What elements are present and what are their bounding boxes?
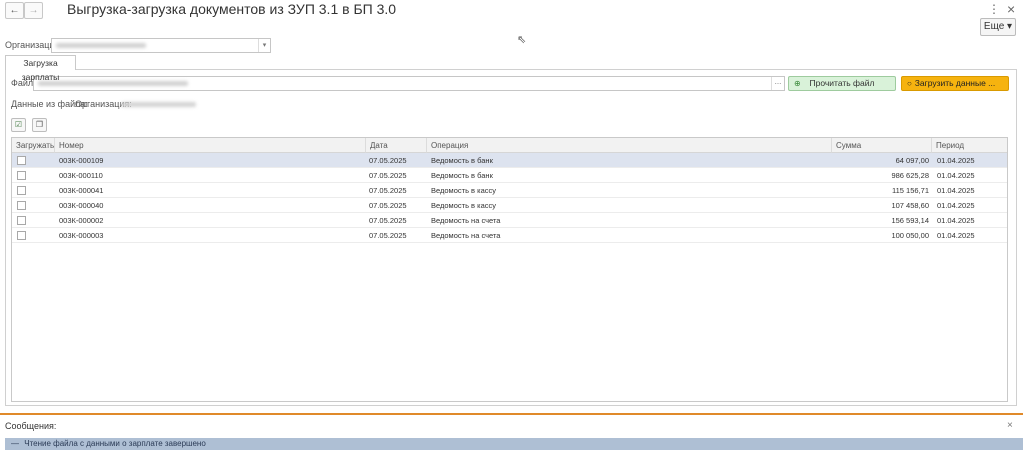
cell-sum: 64 097,00: [895, 156, 929, 165]
more-menu-icon[interactable]: ⋮: [988, 2, 1000, 16]
column-header-load[interactable]: Загружать: [12, 138, 55, 153]
column-header-number[interactable]: Номер: [55, 138, 366, 153]
organization-value-redacted: [56, 43, 146, 48]
load-checkbox[interactable]: [17, 231, 26, 240]
tab-salary-load[interactable]: Загрузка зарплаты: [5, 55, 76, 82]
cell-sum: 100 050,00: [891, 231, 929, 240]
browse-button[interactable]: ...: [771, 77, 784, 90]
table-row[interactable]: 003К-000041 07.05.2025 Ведомость в кассу…: [12, 183, 1007, 198]
file-path-field[interactable]: ...: [33, 76, 785, 91]
message-text: Чтение файла с данными о зарплате заверш…: [24, 439, 206, 448]
cell-date: 07.05.2025: [369, 186, 407, 195]
close-icon[interactable]: ×: [1007, 1, 1015, 17]
load-data-button[interactable]: ○ Загрузить данные ...: [901, 76, 1009, 91]
cell-operation: Ведомость на счета: [431, 231, 501, 240]
column-header-date[interactable]: Дата: [366, 138, 427, 153]
load-checkbox[interactable]: [17, 216, 26, 225]
cell-period: 01.04.2025: [937, 231, 975, 240]
load-checkbox[interactable]: [17, 171, 26, 180]
cell-sum: 107 458,60: [891, 201, 929, 210]
arrow-right-icon: →: [28, 5, 39, 16]
read-file-label: Прочитать файл: [809, 78, 875, 88]
more-button[interactable]: Еще ▾: [980, 18, 1016, 36]
table-row[interactable]: 003К-000110 07.05.2025 Ведомость в банк …: [12, 168, 1007, 183]
cell-date: 07.05.2025: [369, 201, 407, 210]
load-checkbox[interactable]: [17, 186, 26, 195]
table-row[interactable]: 003К-000003 07.05.2025 Ведомость на счет…: [12, 228, 1007, 243]
cell-date: 07.05.2025: [369, 171, 407, 180]
page-title: Выгрузка-загрузка документов из ЗУП 3.1 …: [67, 1, 397, 17]
file-org-value-redacted: [121, 102, 196, 107]
cell-sum: 115 156,71: [892, 186, 929, 195]
cell-operation: Ведомость в кассу: [431, 201, 496, 210]
cell-date: 07.05.2025: [369, 216, 407, 225]
check-all-icon[interactable]: ☑: [11, 118, 26, 132]
messages-header: Сообщения:: [5, 421, 57, 431]
cell-number: 003К-000110: [59, 171, 103, 180]
column-header-operation[interactable]: Операция: [427, 138, 832, 153]
table-row[interactable]: 003К-000040 07.05.2025 Ведомость в кассу…: [12, 198, 1007, 213]
read-icon: ⊕: [794, 79, 801, 88]
cell-period: 01.04.2025: [937, 171, 975, 180]
load-checkbox[interactable]: [17, 156, 26, 165]
cell-period: 01.04.2025: [937, 201, 975, 210]
cell-operation: Ведомость в банк: [431, 156, 493, 165]
cell-number: 003К-000002: [59, 216, 104, 225]
chevron-down-icon[interactable]: ▾: [258, 39, 270, 52]
column-header-sum[interactable]: Сумма: [832, 138, 932, 153]
organization-select[interactable]: ▾: [51, 38, 271, 53]
cell-date: 07.05.2025: [369, 231, 407, 240]
close-icon[interactable]: ×: [1007, 420, 1013, 431]
documents-table: Загружать Номер Дата Операция Сумма Пери…: [11, 137, 1008, 402]
collapse-icon: —: [11, 439, 19, 448]
mouse-cursor-icon: ⇖: [517, 34, 527, 46]
cell-period: 01.04.2025: [937, 216, 975, 225]
cell-period: 01.04.2025: [937, 156, 975, 165]
forward-button[interactable]: →: [24, 2, 43, 19]
cell-date: 07.05.2025: [369, 156, 407, 165]
cell-sum: 986 625,28: [891, 171, 929, 180]
cell-period: 01.04.2025: [937, 186, 975, 195]
read-file-button[interactable]: ⊕ Прочитать файл: [788, 76, 896, 91]
cell-number: 003К-000040: [59, 201, 104, 210]
uncheck-all-icon[interactable]: ❐: [32, 118, 47, 132]
messages-divider: [0, 413, 1023, 415]
load-checkbox[interactable]: [17, 201, 26, 210]
cell-number: 003К-000041: [59, 186, 104, 195]
cell-sum: 156 593,14: [891, 216, 929, 225]
file-path-redacted: [38, 81, 188, 86]
table-row[interactable]: 003К-000002 07.05.2025 Ведомость на счет…: [12, 213, 1007, 228]
cell-operation: Ведомость в кассу: [431, 186, 496, 195]
cell-operation: Ведомость в банк: [431, 171, 493, 180]
load-icon: ○: [907, 79, 912, 88]
cell-number: 003К-000109: [59, 156, 104, 165]
load-data-label: Загрузить данные ...: [914, 78, 996, 88]
cell-number: 003К-000003: [59, 231, 104, 240]
arrow-left-icon: ←: [9, 5, 20, 16]
table-row[interactable]: 003К-000109 07.05.2025 Ведомость в банк …: [12, 153, 1007, 168]
message-item[interactable]: — Чтение файла с данными о зарплате заве…: [5, 438, 1023, 450]
back-button[interactable]: ←: [5, 2, 24, 19]
column-header-period[interactable]: Период регистрации: [932, 138, 1007, 165]
cell-operation: Ведомость на счета: [431, 216, 501, 225]
